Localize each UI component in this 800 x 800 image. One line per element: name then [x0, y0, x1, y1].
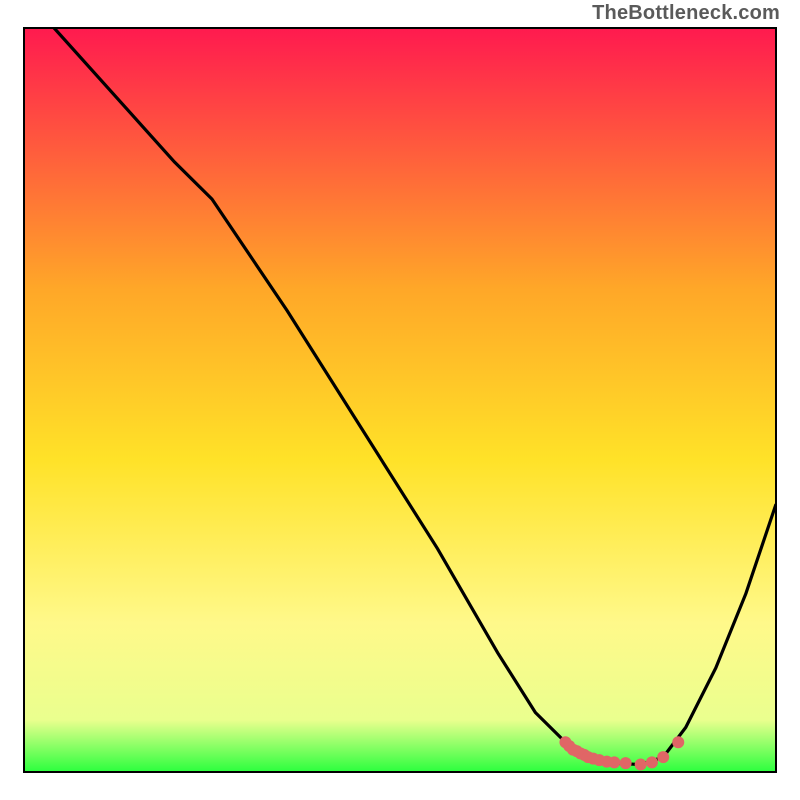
bottleneck-chart: TheBottleneck.com	[0, 0, 800, 800]
data-marker	[672, 736, 684, 748]
data-marker	[646, 756, 658, 768]
data-marker	[657, 751, 669, 763]
data-marker	[608, 756, 620, 768]
attribution-label: TheBottleneck.com	[592, 2, 780, 25]
plot-background	[24, 28, 776, 772]
chart-canvas	[0, 0, 800, 800]
data-marker	[620, 757, 632, 769]
data-marker	[635, 759, 647, 771]
